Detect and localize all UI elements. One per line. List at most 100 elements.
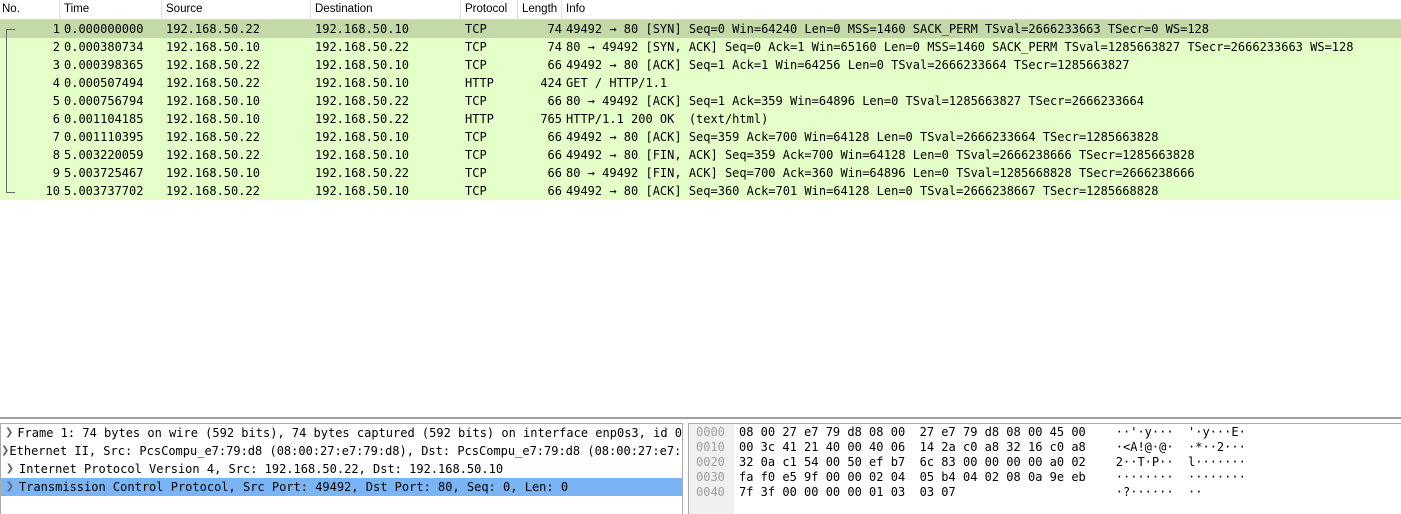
packet-destination: 192.168.50.10 — [315, 22, 409, 36]
packet-row[interactable]: 3 0.000398365 192.168.50.22 192.168.50.10 TC… — [0, 56, 1401, 74]
packet-time: 5.003725467 — [64, 166, 144, 180]
packet-destination: 192.168.50.10 — [315, 76, 409, 90]
packet-bytes-pane[interactable]: 0000 0010 0020 0030 0040 08 00 27 e7 79 d8 0… — [688, 423, 1401, 514]
column-header-source[interactable]: Source — [162, 0, 311, 19]
byte-offset: 0010 — [696, 440, 725, 454]
column-header-length[interactable]: Length — [518, 0, 562, 19]
packet-length: 66 — [547, 94, 562, 108]
hex-dump[interactable]: 08 00 27 e7 79 d8 08 00 27 e7 79 d8 08 0… — [734, 424, 1086, 514]
packet-destination: 192.168.50.22 — [315, 94, 409, 108]
expand-chevron-icon[interactable]: ❯ — [1, 460, 19, 478]
packet-row[interactable]: 7 0.001110395 192.168.50.22 192.168.50.10 TC… — [0, 128, 1401, 146]
column-header-no[interactable]: No. — [0, 0, 60, 19]
column-header-destination[interactable]: Destination — [311, 0, 461, 19]
byte-offset: 0020 — [696, 455, 725, 469]
ascii-line[interactable]: 2··T·P·· l······· — [1116, 455, 1246, 470]
packet-length: 66 — [547, 184, 562, 198]
packet-row[interactable]: 2 0.000380734 192.168.50.10 192.168.50.22 TC… — [0, 38, 1401, 56]
packet-destination: 192.168.50.22 — [315, 166, 409, 180]
packet-info: GET / HTTP/1.1 — [566, 76, 668, 90]
detail-item-label: Ethernet II, Src: PcsCompu_e7:79:d8 (08:… — [9, 444, 683, 458]
packet-info: 49492 → 80 [ACK] Seq=1 Ack=1 Win=64256 L… — [566, 58, 1130, 72]
packet-destination: 192.168.50.22 — [315, 40, 409, 54]
packet-source: 192.168.50.10 — [166, 112, 260, 126]
expand-chevron-icon[interactable]: ❯ — [1, 442, 9, 460]
ascii-line[interactable]: ········ ········ — [1116, 470, 1246, 485]
packet-info: 80 → 49492 [FIN, ACK] Seq=700 Ack=360 Wi… — [566, 166, 1195, 180]
packet-row[interactable]: 4 0.000507494 192.168.50.22 192.168.50.10 HT… — [0, 74, 1401, 92]
packet-destination: 192.168.50.22 — [315, 112, 409, 126]
packet-destination: 192.168.50.10 — [315, 130, 409, 144]
packet-time: 0.001110395 — [64, 130, 144, 144]
packet-list[interactable]: No. Time Source Destination Protocol Len… — [0, 0, 1401, 415]
pane-splitter[interactable] — [0, 417, 1401, 419]
packet-time: 0.000000000 — [64, 22, 144, 36]
packet-protocol: TCP — [465, 58, 487, 72]
packet-length: 66 — [547, 148, 562, 162]
packet-row[interactable]: 8 5.003220059 192.168.50.22 192.168.50.10 TC… — [0, 146, 1401, 164]
packet-row[interactable]: 10 5.003737702 192.168.50.22 192.168.50.10 T… — [0, 182, 1401, 200]
packet-source: 192.168.50.22 — [166, 130, 260, 144]
ascii-dump[interactable]: ··'·y··· '·y···E· ·<A!@·@· ·*··2··· 2··T·P… — [1086, 424, 1246, 514]
packet-time: 0.000398365 — [64, 58, 144, 72]
packet-info: HTTP/1.1 200 OK (text/html) — [566, 112, 769, 126]
packet-info: 80 → 49492 [ACK] Seq=1 Ack=359 Win=64896… — [566, 94, 1144, 108]
detail-tree-item[interactable]: ❯ Internet Protocol Version 4, Src: 192.1… — [1, 460, 682, 478]
packet-length: 74 — [547, 40, 562, 54]
packet-time: 0.001104185 — [64, 112, 144, 126]
packet-protocol: HTTP — [465, 76, 494, 90]
packet-source: 192.168.50.22 — [166, 22, 260, 36]
hex-line[interactable]: 7f 3f 00 00 00 00 01 03 03 07 — [739, 485, 1086, 500]
detail-tree-item[interactable]: ❯ Frame 1: 74 bytes on wire (592 bits), 7… — [1, 424, 682, 442]
packet-time: 0.000756794 — [64, 94, 144, 108]
packet-protocol: TCP — [465, 94, 487, 108]
hex-line[interactable]: fa f0 e5 9f 00 00 02 04 05 b4 04 02 08 0… — [739, 470, 1086, 485]
packet-destination: 192.168.50.10 — [315, 58, 409, 72]
packet-source: 192.168.50.10 — [166, 40, 260, 54]
packet-source: 192.168.50.22 — [166, 76, 260, 90]
ascii-line[interactable]: ·?······ ·· — [1116, 485, 1246, 500]
expand-chevron-icon[interactable]: ❯ — [1, 424, 17, 442]
packet-protocol: TCP — [465, 184, 487, 198]
packet-protocol: TCP — [465, 130, 487, 144]
conversation-bracket-icon — [6, 29, 15, 193]
packet-info: 49492 → 80 [FIN, ACK] Seq=359 Ack=700 Wi… — [566, 148, 1195, 162]
packet-time: 0.000507494 — [64, 76, 144, 90]
packet-time: 0.000380734 — [64, 40, 144, 54]
packet-destination: 192.168.50.10 — [315, 184, 409, 198]
packet-info: 49492 → 80 [ACK] Seq=359 Ack=700 Win=641… — [566, 130, 1159, 144]
packet-length: 424 — [540, 76, 562, 90]
packet-row[interactable]: 9 5.003725467 192.168.50.10 192.168.50.22 TC… — [0, 164, 1401, 182]
ascii-line[interactable]: ··'·y··· '·y···E· — [1116, 425, 1246, 440]
byte-offset: 0030 — [696, 470, 725, 484]
packet-length: 74 — [547, 22, 562, 36]
packet-details-pane[interactable]: ❯ Frame 1: 74 bytes on wire (592 bits), 7… — [0, 423, 683, 514]
expand-chevron-icon[interactable]: ❯ — [1, 478, 19, 496]
hex-line[interactable]: 00 3c 41 21 40 00 40 06 14 2a c0 a8 32 1… — [739, 440, 1086, 455]
packet-row[interactable]: 1 0.000000000 192.168.50.22 192.168.50.10 TC… — [0, 20, 1401, 38]
detail-item-label: Transmission Control Protocol, Src Port:… — [19, 480, 569, 494]
packet-length: 66 — [547, 58, 562, 72]
packet-row[interactable]: 5 0.000756794 192.168.50.10 192.168.50.22 TC… — [0, 92, 1401, 110]
packet-source: 192.168.50.22 — [166, 58, 260, 72]
packet-protocol: TCP — [465, 148, 487, 162]
column-header-protocol[interactable]: Protocol — [461, 0, 518, 19]
hex-line[interactable]: 08 00 27 e7 79 d8 08 00 27 e7 79 d8 08 0… — [739, 425, 1086, 440]
hex-line[interactable]: 32 0a c1 54 00 50 ef b7 6c 83 00 00 00 0… — [739, 455, 1086, 470]
byte-offsets: 0000 0010 0020 0030 0040 — [689, 424, 734, 514]
packet-info: 80 → 49492 [SYN, ACK] Seq=0 Ack=1 Win=65… — [566, 40, 1354, 54]
packet-protocol: TCP — [465, 22, 487, 36]
ascii-line[interactable]: ·<A!@·@· ·*··2··· — [1116, 440, 1246, 455]
detail-item-label: Frame 1: 74 bytes on wire (592 bits), 74… — [17, 426, 682, 440]
column-header-time[interactable]: Time — [60, 0, 162, 19]
packet-source: 192.168.50.10 — [166, 166, 260, 180]
column-header-info[interactable]: Info — [562, 0, 1401, 19]
packet-protocol: TCP — [465, 40, 487, 54]
detail-tree-item[interactable]: ❯ Transmission Control Protocol, Src Port… — [1, 478, 682, 496]
packet-destination: 192.168.50.10 — [315, 148, 409, 162]
packet-length: 765 — [540, 112, 562, 126]
packet-protocol: HTTP — [465, 112, 494, 126]
detail-tree-item[interactable]: ❯ Ethernet II, Src: PcsCompu_e7:79:d8 (08… — [1, 442, 682, 460]
packet-row[interactable]: 6 0.001104185 192.168.50.10 192.168.50.22 HT… — [0, 110, 1401, 128]
packet-source: 192.168.50.22 — [166, 148, 260, 162]
